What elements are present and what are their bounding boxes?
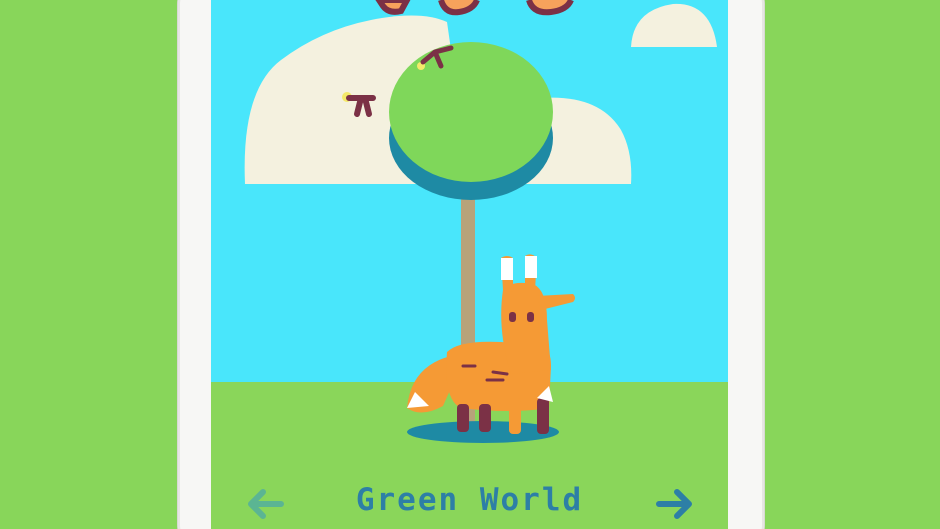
world-title: Green World bbox=[355, 482, 584, 518]
world-navigation: Green World bbox=[211, 476, 728, 529]
game-stage: Green World bbox=[0, 0, 940, 529]
game-screen: Green World bbox=[211, 0, 728, 529]
scene-illustration bbox=[211, 0, 728, 529]
next-world-button[interactable] bbox=[653, 486, 693, 522]
arrow-right-icon bbox=[656, 489, 692, 519]
